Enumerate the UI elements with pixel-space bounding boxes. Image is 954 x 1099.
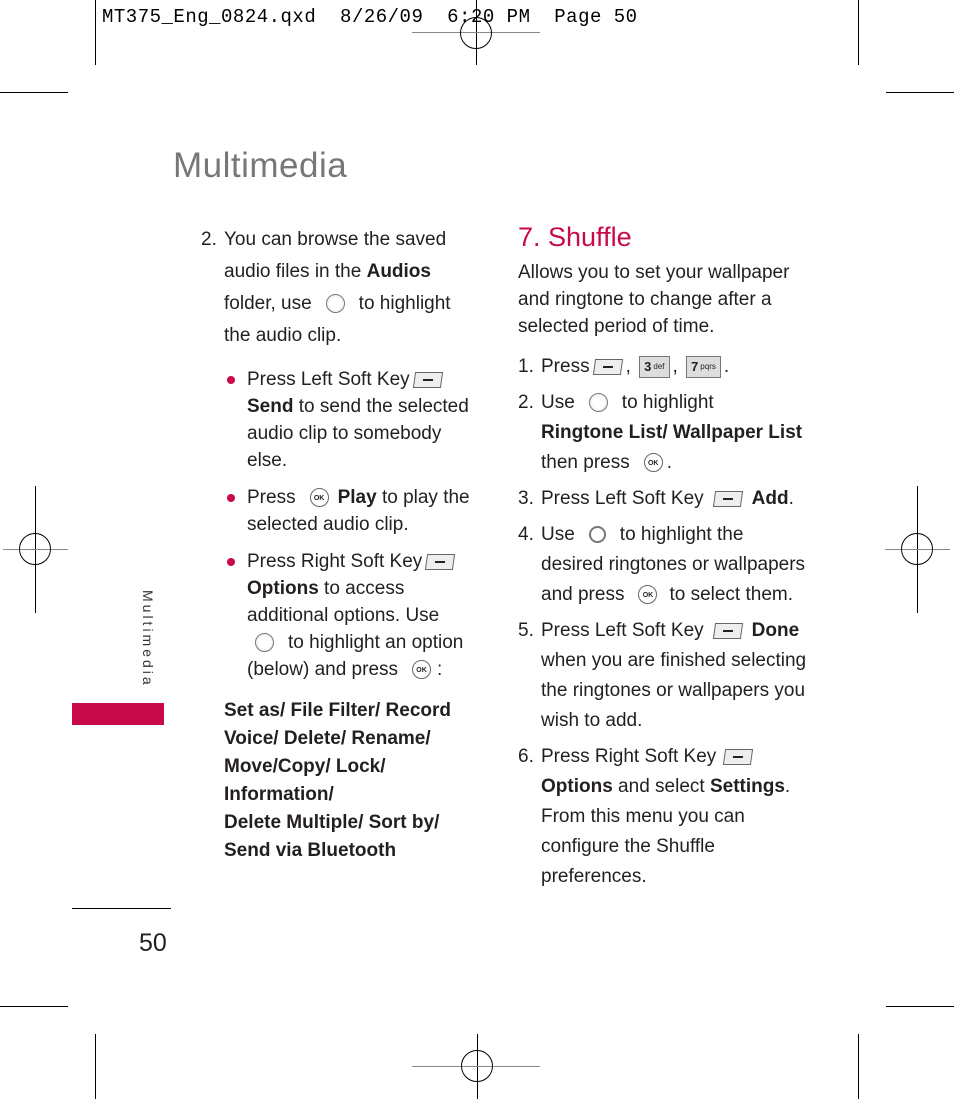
bullet-play: Press OK Play to play the selected audio c… <box>224 484 486 538</box>
step-3: 3. Press Left Soft Key Add. <box>518 488 794 509</box>
crop-mark <box>886 1006 954 1007</box>
crop-mark <box>95 1034 96 1099</box>
bullet-options: Press Right Soft Key Options to access a… <box>224 548 486 683</box>
crop-mark <box>858 1034 859 1099</box>
crop-mark <box>0 1006 68 1007</box>
right-soft-key-icon <box>723 748 754 765</box>
left-column: 2. You can browse the saved audio files i… <box>201 224 486 865</box>
step-6: 6. Press Right Soft Key Options and selec… <box>518 746 791 887</box>
step-5: 5. Press Left Soft Key Done when you are f… <box>518 620 807 731</box>
left-soft-key-icon <box>412 371 443 388</box>
step-2: 2. You can browse the saved audio files i… <box>201 229 451 346</box>
side-tab-bar <box>72 703 164 725</box>
ok-key-icon: OK <box>412 660 432 680</box>
step-2: 2. Use to highlight Ringtone List/ Wallpap… <box>518 392 803 473</box>
step-4: 4. Use to highlight the desired ringtones … <box>518 524 806 605</box>
left-soft-key-icon <box>712 622 743 639</box>
crop-mark <box>886 92 954 93</box>
section-heading: 7. Shuffle <box>518 222 632 252</box>
step-1: 1. Press, 3 def, 7 pqrs. <box>518 355 730 378</box>
ok-key-icon: OK <box>309 488 329 508</box>
key-7-icon: 7 pqrs <box>686 355 721 378</box>
ok-key-icon: OK <box>638 585 658 605</box>
bullet-send: Press Left Soft Key Send to send the sel… <box>224 366 486 474</box>
audios-folder-name: Audios <box>366 261 431 282</box>
right-column: 7. Shuffle Allows you to set your wallpa… <box>518 224 808 892</box>
crop-mark <box>0 92 68 93</box>
page-number: 50 <box>139 929 167 957</box>
left-soft-key-icon <box>712 490 743 507</box>
navigation-key-4way-icon <box>588 526 606 544</box>
crop-mark <box>858 0 859 65</box>
left-soft-key-icon <box>592 358 623 375</box>
section-intro: Allows you to set your wallpaper and rin… <box>518 262 790 337</box>
side-tab-label: Multimedia <box>140 590 156 688</box>
navigation-key-icon <box>255 633 274 653</box>
slug-line: MT375_Eng_0824.qxd 8/26/09 6:20 PM Page … <box>102 6 638 28</box>
ok-key-icon: OK <box>643 453 663 473</box>
page-rule <box>72 908 171 909</box>
right-soft-key-icon <box>425 553 456 570</box>
crop-mark <box>95 0 96 65</box>
key-3-icon: 3 def <box>639 355 670 378</box>
options-list: Set as/ File Filter/ Record Voice/ Delet… <box>224 700 452 861</box>
navigation-key-icon <box>588 393 608 413</box>
navigation-key-icon <box>325 294 345 314</box>
page-title: Multimedia <box>173 146 348 185</box>
